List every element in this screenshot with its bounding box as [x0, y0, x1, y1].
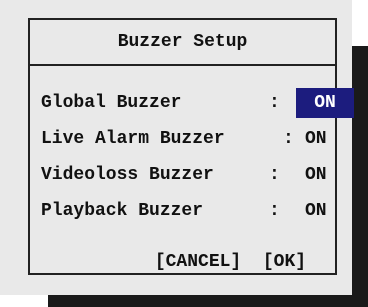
global-buzzer-value[interactable]: ON: [296, 88, 354, 118]
playback-buzzer-row[interactable]: Playback Buzzer : ON: [41, 196, 335, 226]
dialog-title: Buzzer Setup: [30, 20, 335, 66]
dialog-frame: Buzzer Setup Global Buzzer : ON Live Ala…: [28, 18, 354, 275]
dialog-buttons: [CANCEL] [OK]: [90, 232, 306, 292]
videoloss-buzzer-label: Videoloss Buzzer: [41, 165, 214, 185]
playback-buzzer-label: Playback Buzzer: [41, 201, 204, 221]
videoloss-buzzer-value[interactable]: ON: [298, 160, 334, 190]
global-buzzer-row[interactable]: Global Buzzer : ON: [41, 88, 354, 118]
playback-buzzer-value[interactable]: ON: [298, 196, 334, 226]
live-alarm-buzzer-label: Live Alarm Buzzer: [41, 129, 225, 149]
videoloss-buzzer-separator: :: [269, 165, 280, 185]
live-alarm-buzzer-row[interactable]: Live Alarm Buzzer : ON: [41, 124, 335, 154]
playback-buzzer-separator: :: [269, 201, 280, 221]
global-buzzer-separator: :: [269, 93, 280, 113]
videoloss-buzzer-row[interactable]: Videoloss Buzzer : ON: [41, 160, 335, 190]
buzzer-setup-dialog: Buzzer Setup Global Buzzer : ON Live Ala…: [0, 0, 354, 295]
ok-button[interactable]: [OK]: [263, 252, 306, 272]
cancel-button[interactable]: [CANCEL]: [155, 252, 241, 272]
live-alarm-buzzer-separator: :: [283, 129, 294, 149]
live-alarm-buzzer-value[interactable]: ON: [298, 124, 334, 154]
global-buzzer-label: Global Buzzer: [41, 93, 182, 113]
